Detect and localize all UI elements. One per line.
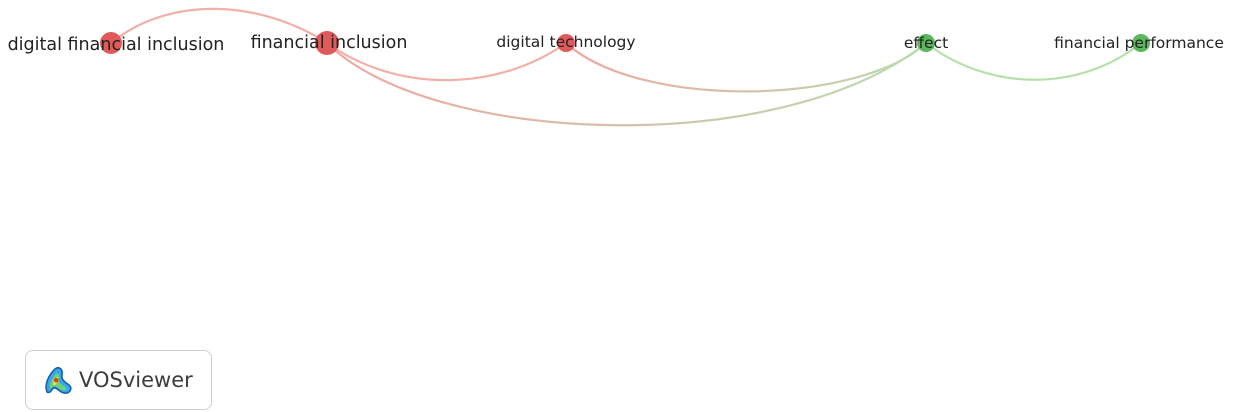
logo-text: VOSviewer (79, 368, 193, 392)
label-digital-technology: digital technology (496, 33, 635, 51)
links-layer (110, 7, 1142, 127)
label-effect: effect (904, 34, 948, 52)
vosviewer-logo[interactable]: VOSviewer (25, 350, 212, 410)
label-financial-inclusion: financial inclusion (251, 33, 408, 53)
vosviewer-logo-icon (45, 367, 72, 394)
label-digital-financial-inclusion: digital financial inclusion (8, 35, 225, 55)
labels-layer: digital financial inclusion financial in… (8, 33, 1224, 55)
link-fi-ef (326, 42, 927, 127)
label-financial-performance: financial performance (1054, 34, 1224, 52)
